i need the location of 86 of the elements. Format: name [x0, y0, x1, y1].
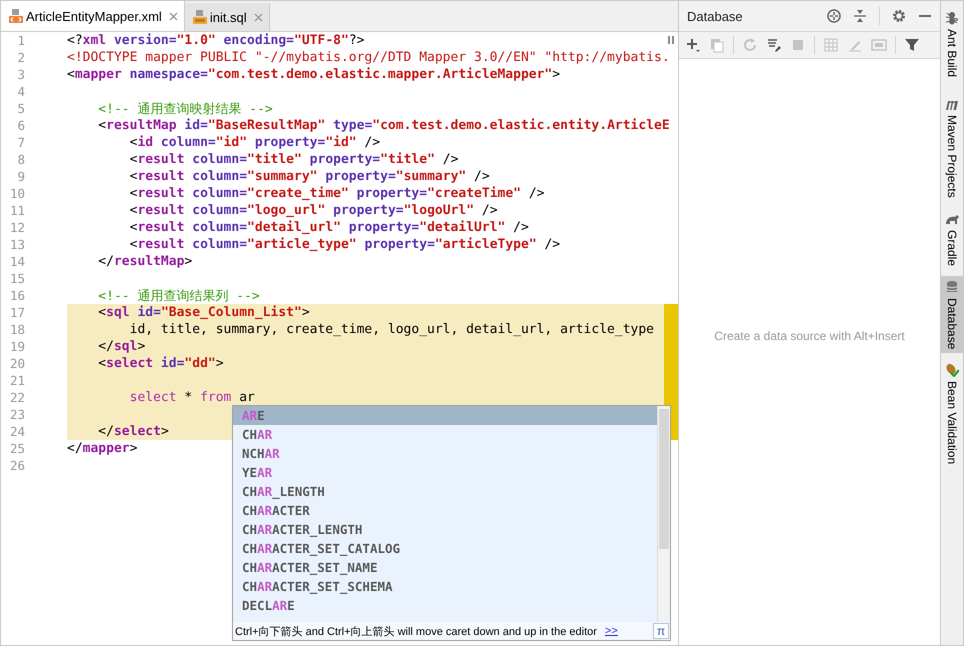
pi-button[interactable]: π — [653, 623, 669, 639]
line-number: 26 — [8, 458, 25, 473]
completion-item[interactable]: CHARACTER — [233, 501, 657, 520]
database-icon — [945, 280, 959, 294]
code-line: <result column="detail_url" property="detailUrl" /> — [128, 220, 529, 235]
code-line: <!DOCTYPE mapper PUBLIC "-//mybatis.org//DTD Mapper 3.0//EN" "http://mybatis. — [67, 50, 670, 65]
pause-icon[interactable] — [668, 36, 674, 44]
line-number: 25 — [8, 441, 25, 456]
completion-item[interactable]: NCHAR — [233, 444, 657, 463]
line-number: 15 — [8, 271, 25, 286]
code-line: <result column="create_time" property="createTime" /> — [128, 186, 544, 201]
settings-icon[interactable] — [892, 9, 906, 23]
bug-icon — [945, 11, 959, 25]
completion-item[interactable]: CHARACTER_SET_NAME — [233, 558, 657, 577]
code-line: <sql id="Base_Column_List"> — [97, 305, 310, 320]
line-number: 7 — [16, 135, 25, 150]
line-number: 1 — [16, 33, 25, 48]
side-tab[interactable]: Bean Validation — [941, 359, 963, 468]
completion-item[interactable]: CHAR_LENGTH — [233, 482, 657, 501]
panel-title: Database — [687, 8, 743, 24]
line-number: 10 — [8, 186, 25, 201]
code-line: <result column="summary" property="summary" /> — [128, 169, 490, 184]
line-number: 19 — [8, 339, 25, 354]
code-line: select * from ar — [128, 390, 255, 405]
code-line: </resultMap> — [97, 254, 192, 269]
bean-check-icon — [945, 363, 959, 378]
code-line: </select> — [97, 424, 169, 439]
code-line: <?xml version="1.0" encoding="UTF-8"?> — [67, 33, 364, 48]
completion-item[interactable]: ARE — [233, 406, 657, 425]
line-number: 14 — [8, 254, 25, 269]
completion-item[interactable]: CHAR — [233, 425, 657, 444]
plus-icon[interactable] — [685, 37, 701, 53]
line-number: 18 — [8, 322, 25, 337]
line-number: 4 — [16, 84, 25, 99]
side-tab[interactable]: Maven Projects — [941, 93, 963, 202]
code-line: </sql> — [97, 339, 146, 354]
code-line: <!-- 通用查询映射结果 --> — [97, 100, 273, 118]
change-marker — [664, 304, 678, 321]
change-marker — [664, 389, 678, 406]
line-number: 8 — [16, 152, 25, 167]
more-link[interactable]: >> — [604, 625, 618, 637]
sql-file-icon — [192, 10, 207, 24]
close-icon[interactable] — [254, 12, 263, 22]
line-number: 17 — [8, 305, 25, 320]
code-line: id, title, summary, create_time, logo_url, detail_url, article_type — [128, 322, 654, 337]
line-number: 9 — [16, 169, 25, 184]
side-tab[interactable]: Database — [941, 276, 963, 354]
code-line: </mapper> — [67, 441, 138, 456]
code-line: <result column="article_type" property="articleType" /> — [128, 237, 560, 252]
line-number: 12 — [8, 220, 25, 235]
xml-file-icon — [9, 9, 23, 23]
line-number: 3 — [16, 67, 25, 82]
close-icon[interactable] — [168, 12, 178, 20]
file-tab[interactable]: ArticleEntityMapper.xml — [1, 1, 185, 31]
code-line: <!-- 通用查询结果列 --> — [97, 288, 260, 304]
line-number: 13 — [8, 237, 25, 252]
completion-item[interactable]: YEAR — [233, 463, 657, 482]
line-number: 21 — [8, 373, 25, 388]
code-line: <mapper namespace="com.test.demo.elastic.mapper.ArticleMapper"> — [67, 67, 560, 82]
scrollbar[interactable] — [657, 406, 670, 622]
completion-item[interactable]: DECLARE — [233, 596, 657, 615]
line-number: 20 — [8, 356, 25, 371]
collapse-icon[interactable] — [853, 9, 867, 23]
target-icon[interactable] — [827, 9, 841, 23]
side-tab[interactable]: Ant Build — [941, 7, 963, 82]
hint-text: Ctrl+向下箭头 and Ctrl+向上箭头 will move caret down and up in the editor — [235, 624, 597, 638]
line-number: 23 — [8, 407, 25, 422]
line-number: 16 — [8, 288, 25, 303]
file-tab[interactable]: init.sql — [184, 3, 270, 31]
line-number: 11 — [8, 203, 25, 218]
empty-state-text: Create a data source with Alt+Insert — [714, 329, 905, 343]
completion-item[interactable]: CHARACTER_SET_CATALOG — [233, 539, 657, 558]
line-number: 22 — [8, 390, 25, 405]
code-line: <select id="dd"> — [97, 356, 224, 371]
code-line: <result column="title" property="title" /> — [128, 152, 458, 167]
code-line: <id column="id" property="id" /> — [128, 135, 380, 150]
line-number: 24 — [8, 424, 25, 439]
filter-icon[interactable] — [904, 37, 920, 53]
line-number: 5 — [16, 101, 25, 116]
line-number: 6 — [16, 118, 25, 133]
code-line: <result column="logo_url" property="logoUrl" /> — [128, 203, 498, 218]
line-number: 2 — [16, 50, 25, 65]
completion-item[interactable]: CHARACTER_SET_SCHEMA — [233, 577, 657, 596]
code-line: <resultMap id="BaseResultMap" type="com.test.demo.elastic.entity.ArticleE — [97, 118, 670, 133]
completion-item[interactable]: CHARACTER_LENGTH — [233, 520, 657, 539]
side-tab[interactable]: Gradle — [941, 208, 963, 270]
